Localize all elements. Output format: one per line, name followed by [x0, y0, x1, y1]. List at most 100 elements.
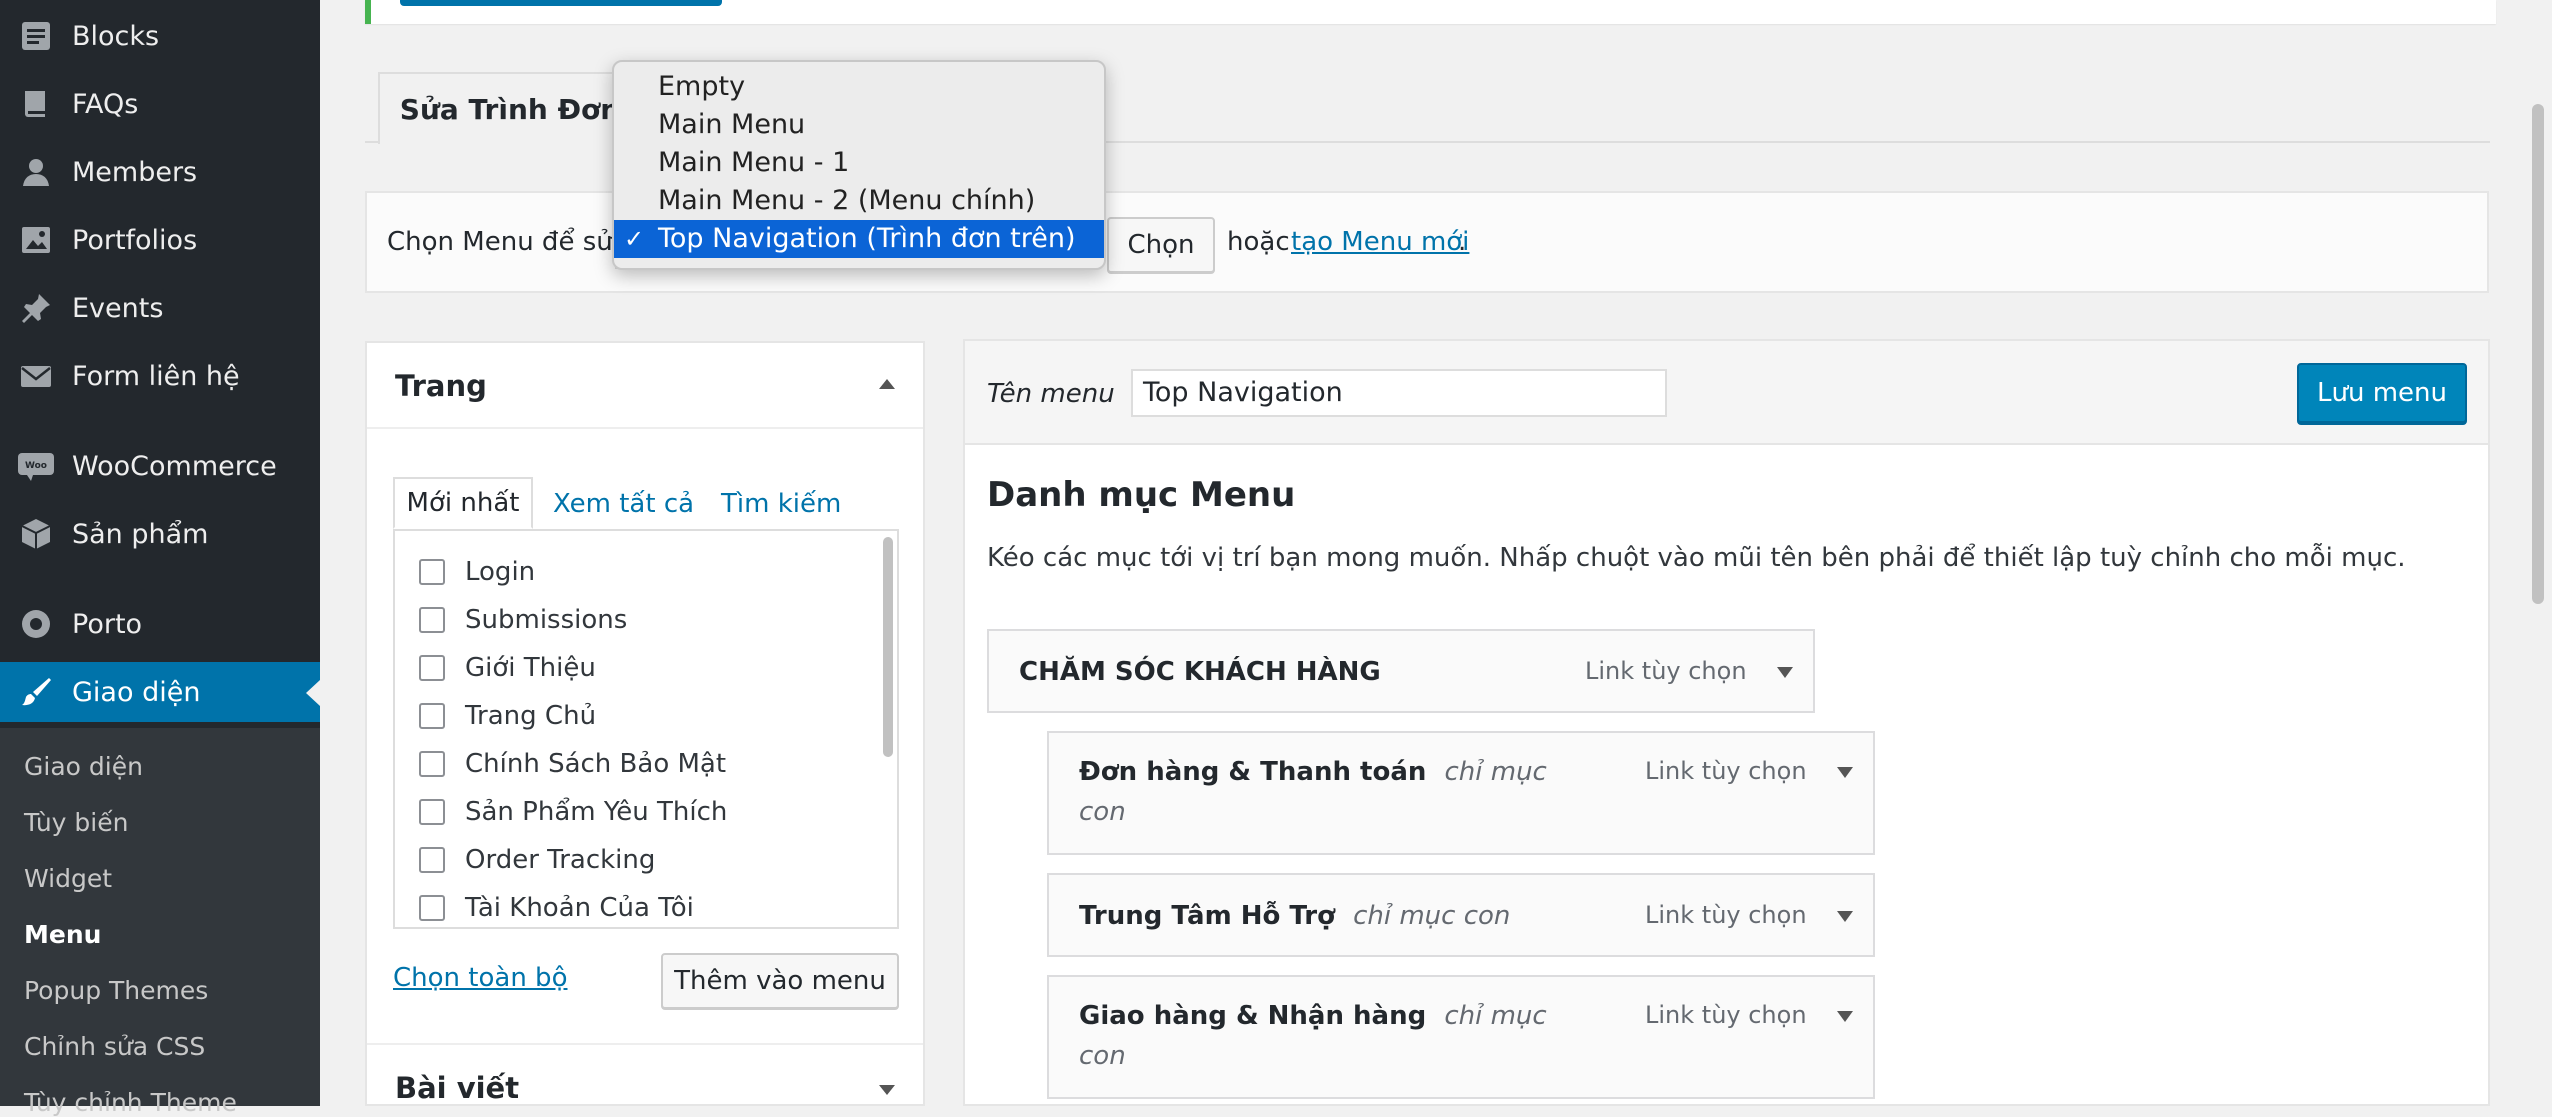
sidebar-item-blocks[interactable]: Blocks — [0, 6, 320, 66]
menu-item-toggle-icon[interactable] — [1837, 767, 1853, 778]
menu-item-toggle-icon[interactable] — [1777, 667, 1793, 678]
notice-button[interactable] — [400, 0, 722, 6]
current-menu-arrow — [306, 680, 320, 706]
tab-most-recent[interactable]: Mới nhất — [393, 477, 533, 529]
list-item[interactable]: Giới Thiệu — [419, 651, 596, 685]
list-item[interactable]: Trang Chủ — [419, 699, 596, 733]
checkbox[interactable] — [419, 799, 445, 825]
sidebar-item-label: FAQs — [72, 88, 139, 120]
sidebar-item-contact-form[interactable]: Form liên hệ — [0, 346, 320, 406]
menu-item-subtitle: con — [1079, 797, 1126, 827]
menu-item[interactable]: CHĂM SÓC KHÁCH HÀNG Link tùy chọn — [987, 629, 1815, 713]
menu-item-title-text: Đơn hàng & Thanh toán — [1079, 757, 1427, 787]
cube-icon — [16, 514, 56, 554]
menu-item[interactable]: Đơn hàng & Thanh toán chỉ mục con Link t… — [1047, 731, 1875, 855]
menu-edit-header: Tên menu Top Navigation Lưu menu — [965, 341, 2488, 445]
sidebar-item-members[interactable]: Members — [0, 142, 320, 202]
choose-button[interactable]: Chọn — [1107, 217, 1215, 273]
woocommerce-icon: Woo — [16, 446, 56, 486]
dropdown-option[interactable]: Empty — [614, 68, 1104, 106]
menu-name-input[interactable]: Top Navigation — [1131, 369, 1667, 417]
dropdown-option[interactable]: Main Menu — [614, 106, 1104, 144]
tab-edit-menus[interactable]: Sửa Trình Đơn — [378, 72, 642, 144]
submenu-item-themes[interactable]: Giao diện — [24, 752, 143, 781]
list-item-label: Chính Sách Bảo Mật — [465, 749, 727, 779]
menu-item-toggle-icon[interactable] — [1837, 1011, 1853, 1022]
blocks-icon — [16, 16, 56, 56]
sidebar-item-events[interactable]: Events — [0, 278, 320, 338]
submenu-item-menu[interactable]: Menu — [24, 920, 101, 949]
expand-arrow-icon[interactable] — [879, 1085, 895, 1095]
page-scrollbar[interactable] — [2532, 104, 2544, 604]
checkbox[interactable] — [419, 751, 445, 777]
collapse-arrow-icon[interactable] — [879, 379, 895, 389]
sidebar-item-appearance[interactable]: Giao diện — [0, 662, 320, 722]
posts-panel-header[interactable]: Bài viết — [367, 1043, 923, 1115]
submenu-item-customize[interactable]: Tùy biến — [24, 808, 128, 837]
submenu-item-popup-themes[interactable]: Popup Themes — [24, 976, 208, 1005]
list-item-label: Login — [465, 557, 536, 587]
menu-name-label: Tên menu — [987, 379, 1115, 409]
sidebar-item-label: Blocks — [72, 20, 160, 52]
checkbox[interactable] — [419, 895, 445, 921]
checklist-scrollbar[interactable] — [883, 537, 893, 757]
menu-item[interactable]: Trung Tâm Hỗ Trợ chỉ mục con Link tùy ch… — [1047, 873, 1875, 957]
add-to-menu-button[interactable]: Thêm vào menu — [661, 953, 899, 1009]
sidebar-item-faqs[interactable]: FAQs — [0, 74, 320, 134]
menu-item-subtitle: chỉ mục — [1444, 1001, 1547, 1031]
list-item-label: Submissions — [465, 605, 628, 635]
person-icon — [16, 152, 56, 192]
checkbox[interactable] — [419, 559, 445, 585]
menu-item[interactable]: Giao hàng & Nhận hàng chỉ mục con Link t… — [1047, 975, 1875, 1099]
list-item[interactable]: Tài Khoản Của Tôi — [419, 891, 694, 925]
pin-icon — [16, 288, 56, 328]
pages-panel-title: Trang — [395, 369, 487, 403]
menu-item-title: Đơn hàng & Thanh toán chỉ mục — [1079, 757, 1547, 787]
dropdown-option[interactable]: Main Menu - 2 (Menu chính) — [614, 182, 1104, 220]
submenu-item-edit-css[interactable]: Chỉnh sửa CSS — [24, 1032, 205, 1061]
create-menu-link[interactable]: tạo Menu mới — [1291, 227, 1469, 257]
checkbox[interactable] — [419, 655, 445, 681]
select-all-link[interactable]: Chọn toàn bộ — [393, 963, 567, 993]
posts-panel-title: Bài viết — [395, 1071, 520, 1105]
pages-panel: Trang Mới nhất Xem tất cả Tìm kiếm Login… — [365, 341, 925, 1106]
menu-item-title: Trung Tâm Hỗ Trợ chỉ mục con — [1079, 901, 1510, 931]
checkbox[interactable] — [419, 847, 445, 873]
menu-structure-description: Kéo các mục tới vị trí bạn mong muốn. Nh… — [987, 543, 2406, 573]
tab-view-all[interactable]: Xem tất cả — [553, 489, 694, 519]
menu-item-title: Giao hàng & Nhận hàng chỉ mục — [1079, 1001, 1547, 1031]
menu-item-type: Link tùy chọn — [1585, 657, 1747, 685]
sidebar-item-portfolios[interactable]: Portfolios — [0, 210, 320, 270]
sidebar-item-label: Giao diện — [72, 676, 201, 708]
menu-item-subtitle: chỉ mục — [1444, 757, 1547, 787]
checkbox[interactable] — [419, 607, 445, 633]
tab-search[interactable]: Tìm kiếm — [721, 489, 841, 519]
list-item[interactable]: Chính Sách Bảo Mật — [419, 747, 726, 781]
menu-edit-panel: Tên menu Top Navigation Lưu menu Danh mụ… — [963, 339, 2490, 1106]
list-item[interactable]: Login — [419, 555, 535, 589]
sidebar-item-label: Porto — [72, 608, 143, 640]
menu-select-dropdown: Empty Main Menu Main Menu - 1 Main Menu … — [612, 60, 1106, 270]
sidebar-item-porto[interactable]: Porto — [0, 594, 320, 654]
list-item[interactable]: Order Tracking — [419, 843, 655, 877]
pages-panel-header[interactable]: Trang — [367, 343, 923, 429]
menu-item-title: CHĂM SÓC KHÁCH HÀNG — [1019, 657, 1381, 687]
paintbrush-icon — [16, 672, 56, 712]
menu-item-toggle-icon[interactable] — [1837, 911, 1853, 922]
dropdown-option[interactable]: Main Menu - 1 — [614, 144, 1104, 182]
list-item-label: Order Tracking — [465, 845, 656, 875]
checkbox[interactable] — [419, 703, 445, 729]
checkmark-icon: ✓ — [624, 225, 645, 253]
list-item[interactable]: Sản Phẩm Yêu Thích — [419, 795, 727, 829]
save-menu-button[interactable]: Lưu menu — [2297, 363, 2467, 423]
submenu-item-theme-options[interactable]: Tùy chỉnh Theme — [24, 1088, 237, 1117]
period-text: . — [1458, 227, 1467, 257]
menu-item-subtitle: chỉ mục con — [1353, 901, 1511, 931]
dropdown-option-selected[interactable]: ✓ Top Navigation (Trình đơn trên) — [614, 220, 1104, 258]
sidebar-item-woocommerce[interactable]: Woo WooCommerce — [0, 436, 320, 496]
submenu-item-widget[interactable]: Widget — [24, 864, 112, 893]
image-icon — [16, 220, 56, 260]
list-item[interactable]: Submissions — [419, 603, 627, 637]
sidebar-item-products[interactable]: Sản phẩm — [0, 504, 320, 564]
list-item-label: Giới Thiệu — [465, 653, 596, 683]
